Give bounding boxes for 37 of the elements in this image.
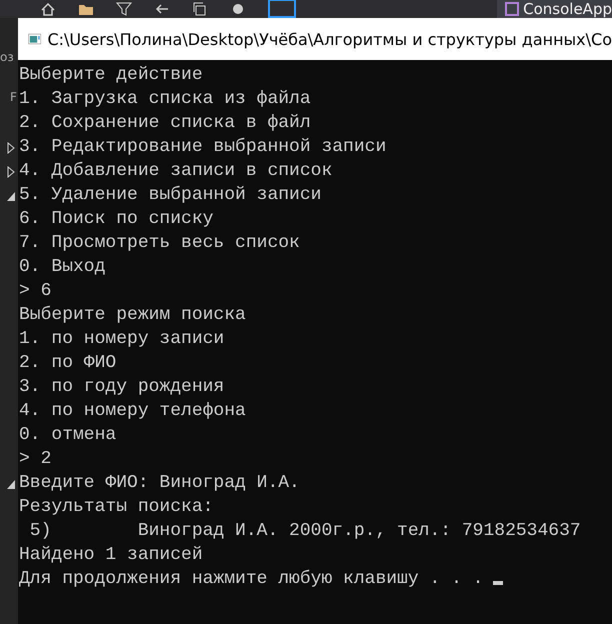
copy-icon[interactable] <box>192 2 208 16</box>
expand-arrow-icon[interactable] <box>6 142 16 154</box>
panel-label-fragment: оз <box>0 50 14 64</box>
project-icon <box>505 2 520 16</box>
console-line: Для продолжения нажмите любую клавишу . . . <box>19 567 612 591</box>
solution-tab[interactable]: ConsoleApp <box>497 0 612 18</box>
console-line: 1. Загрузка списка из файла <box>19 88 312 111</box>
console-line: > 6 <box>19 280 52 303</box>
console-line: Выберите режим поиска <box>19 304 247 327</box>
console-line: 5. Удаление выбранной записи <box>19 184 322 207</box>
console-line: Найдено 1 записей <box>19 544 204 567</box>
console-line: 2. Сохранение списка в файл <box>19 112 312 135</box>
console-line: > 2 <box>19 448 52 471</box>
console-line: 0. Выход <box>19 256 106 279</box>
cursor-icon <box>493 581 504 585</box>
filter-icon[interactable] <box>116 2 132 16</box>
console-line: 4. по номеру телефона <box>19 400 247 423</box>
console-line: 6. Поиск по списку <box>19 208 214 231</box>
console-line: Выберите действие <box>19 64 204 87</box>
console-line: 4. Добавление записи в список <box>19 160 334 183</box>
folder-icon[interactable] <box>78 2 94 16</box>
collapse-arrow-icon[interactable] <box>6 478 16 490</box>
back-arrow-icon[interactable] <box>154 2 170 16</box>
window-title: C:\Users\Полина\Desktop\Учёба\Алгоритмы и структуры данных\Co <box>47 30 612 48</box>
console-line: 2. по ФИО <box>19 352 118 375</box>
console-line: 5) Виноград И.А. 2000г.р., тел.: 79182534637 <box>28 520 582 543</box>
panel-label-fragment: F <box>10 90 17 104</box>
console-line: Результаты поиска: <box>19 496 214 519</box>
console-line: 1. по номеру записи <box>19 328 226 351</box>
expand-arrow-icon[interactable] <box>6 166 16 178</box>
console-line: 3. по году рождения <box>19 376 226 399</box>
collapse-arrow-icon[interactable] <box>6 190 16 202</box>
console-line: Введите ФИО: Виноград И.А. <box>19 472 301 495</box>
console-line: 0. отмена <box>19 424 118 447</box>
home-icon[interactable] <box>40 2 56 16</box>
console-line: 7. Просмотреть весь список <box>19 232 301 255</box>
console-line: 3. Редактирование выбранной записи <box>19 136 388 159</box>
